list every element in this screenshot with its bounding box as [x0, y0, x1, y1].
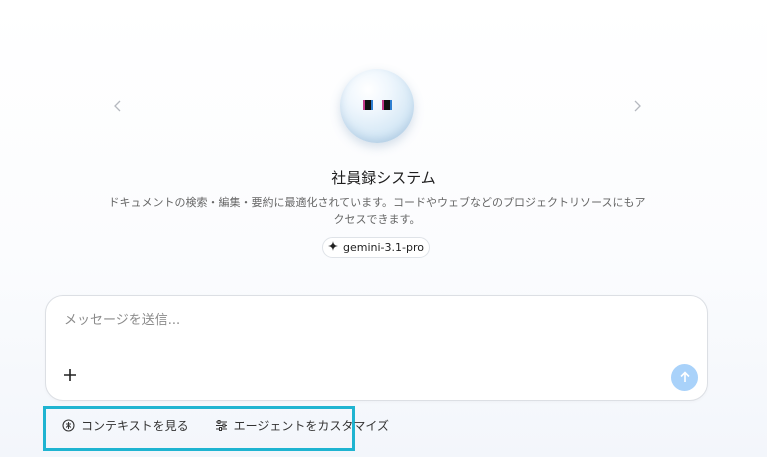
agent-name: 社員録システム: [331, 169, 436, 187]
model-chip[interactable]: gemini-3.1-pro: [322, 237, 430, 258]
customize-agent-label: エージェントをカスタマイズ: [233, 419, 390, 433]
avatar-eye-left: [363, 100, 373, 110]
context-icon: [62, 419, 75, 432]
view-context-button[interactable]: コンテキストを見る: [62, 417, 189, 434]
avatar-eye-right: [382, 100, 392, 110]
plus-icon: [63, 367, 77, 386]
footer-actions: コンテキストを見る エージェントをカスタマイズ: [62, 417, 389, 434]
attach-button[interactable]: [60, 366, 80, 386]
send-button[interactable]: [671, 364, 698, 391]
chevron-right-icon: [632, 97, 642, 116]
customize-agent-button[interactable]: エージェントをカスタマイズ: [215, 417, 389, 434]
sparkle-icon: [328, 241, 338, 254]
model-name: gemini-3.1-pro: [343, 241, 424, 254]
agent-avatar: [340, 69, 414, 143]
arrow-up-icon: [679, 368, 691, 387]
carousel-next-button[interactable]: [625, 94, 649, 118]
agent-description: ドキュメントの検索・編集・要約に最適化されています。コードやウェブなどのプロジェ…: [108, 196, 646, 226]
chevron-left-icon: [113, 97, 123, 116]
sliders-icon: [215, 419, 228, 432]
carousel-prev-button[interactable]: [106, 94, 130, 118]
message-composer: [45, 295, 708, 401]
view-context-label: コンテキストを見る: [81, 419, 189, 433]
message-input[interactable]: [64, 309, 624, 331]
